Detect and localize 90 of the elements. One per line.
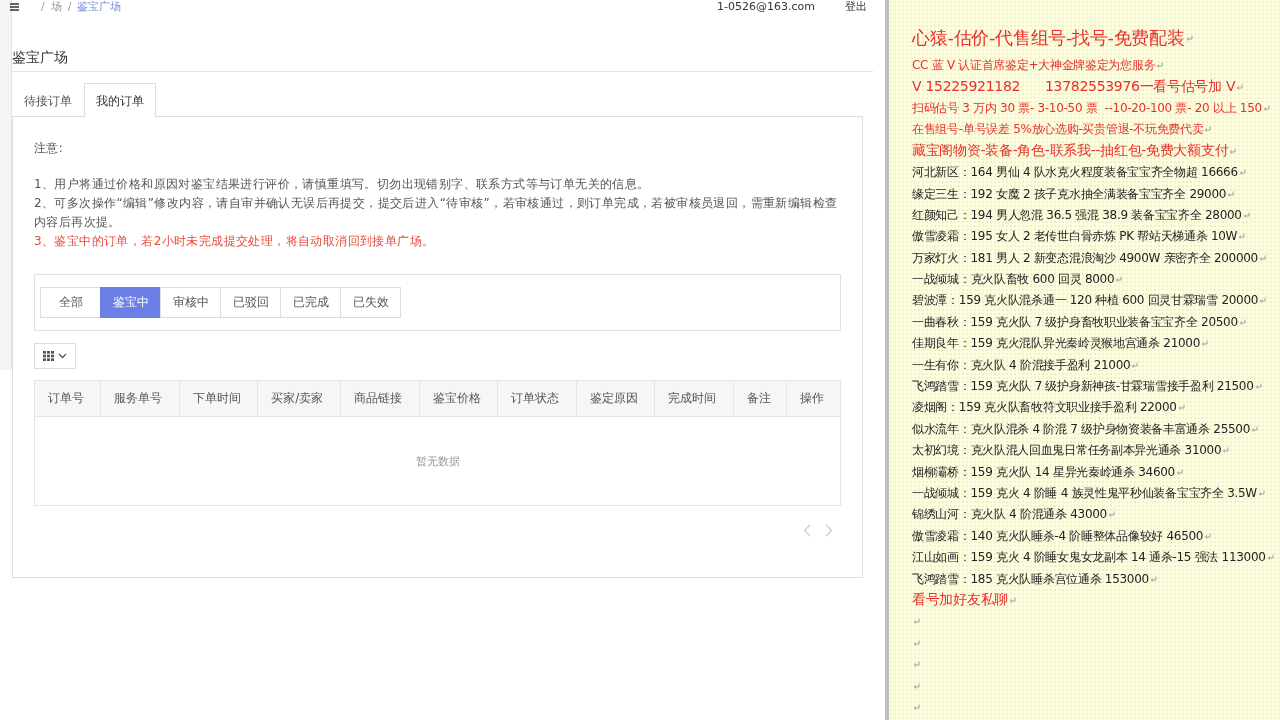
paragraph-mark-icon bbox=[1266, 554, 1274, 562]
column-header: 订单号 bbox=[34, 380, 101, 417]
document-line: 一战倾城：克火队畜牧 600 回灵 8000 bbox=[912, 271, 1115, 289]
filter-button[interactable]: 已完成 bbox=[280, 287, 341, 318]
paragraph-mark-icon bbox=[1238, 233, 1246, 241]
filter-button[interactable]: 审核中 bbox=[160, 287, 221, 318]
document-line: 锦绣山河：克火队 4 阶混通杀 43000 bbox=[912, 506, 1107, 524]
tab[interactable]: 待接订单 bbox=[12, 83, 84, 117]
paragraph-mark-icon bbox=[1107, 511, 1115, 519]
document-line: 缘定三生：192 女魔 2 孩子克水抽全满装备宝宝齐全 29000 bbox=[912, 185, 1227, 203]
column-header: 操作 bbox=[786, 380, 841, 417]
column-header: 订单状态 bbox=[497, 380, 577, 417]
paragraph-mark-icon bbox=[1229, 147, 1237, 155]
grid-icon bbox=[43, 351, 54, 361]
document-line: 傲雪凌霜：140 克火队睡杀-4 阶睡整体品像较好 46500 bbox=[912, 527, 1204, 545]
caret-icon bbox=[58, 353, 67, 359]
document-line: 河北新区：164 男仙 4 队水克火程度装备宝宝齐全物超 16666 bbox=[912, 164, 1238, 182]
document-line: 飞鸿踏雪：185 克火队睡杀宫位通杀 153000 bbox=[912, 570, 1149, 588]
paragraph-mark-icon bbox=[1254, 383, 1262, 391]
document-line: 看号加好友私聊 bbox=[912, 591, 1008, 610]
paragraph-mark-icon bbox=[1257, 490, 1265, 497]
paragraph-mark-icon bbox=[1262, 104, 1270, 112]
paragraph-mark-icon bbox=[1156, 62, 1164, 70]
document-line: 扫码估号 3 万内 30 票- 3-10-50 票 --10-20-100 票- 20 以上 150 bbox=[912, 99, 1262, 117]
column-header: 鉴宝价格 bbox=[419, 380, 498, 417]
filter-button[interactable]: 全部 bbox=[40, 287, 101, 318]
paragraph-mark-icon bbox=[1185, 34, 1193, 42]
paragraph-mark-icon bbox=[1175, 468, 1183, 476]
paragraph-mark-icon bbox=[1204, 126, 1212, 134]
column-header: 商品链接 bbox=[340, 380, 420, 417]
filter-button[interactable]: 鉴宝中 bbox=[100, 287, 161, 318]
document-line: 似水流年：克火队混杀 4 阶混 7 级护身物资装备丰富通杀 25500 bbox=[912, 420, 1251, 438]
column-toggle-button[interactable] bbox=[34, 343, 76, 369]
document-line: 红颜知己：194 男人忽混 36.5 强混 38.9 装备宝宝齐全 28000 bbox=[912, 206, 1242, 224]
document-line: 藏宝阁物资-装备-角色-联系我--抽红包-免费大额支付 bbox=[912, 142, 1229, 161]
paragraph-mark-icon bbox=[913, 703, 920, 711]
notice-text: 2、可多次操作“编辑”修改内容，请自审并确认无误后再提交，提交后进入“待审核”，若审核通过，则订单完成，若被审核员退回，需重新编辑检查内容后再次提。 bbox=[34, 195, 839, 231]
document-line: 傲雪凌霜：195 女人 2 老传世白骨赤炼 PK 帮站天梯通杀 10W bbox=[912, 228, 1238, 246]
paragraph-mark-icon bbox=[1236, 83, 1244, 91]
warning-text: 3、鉴宝中的订单，若2小时未完成提交处理，将自动取消回到接单广场。 bbox=[34, 233, 436, 250]
paragraph-mark-icon bbox=[1227, 190, 1235, 198]
paragraph-mark-icon bbox=[913, 682, 920, 690]
paragraph-mark-icon bbox=[1204, 532, 1212, 540]
column-header: 下单时间 bbox=[179, 380, 258, 417]
paragraph-mark-icon bbox=[1149, 575, 1157, 583]
paragraph-mark-icon bbox=[1251, 425, 1259, 433]
paragraph-mark-icon bbox=[1008, 596, 1016, 604]
document-line: 一战倾城：159 克火 4 阶睡 4 族灵性鬼平秒仙装备宝宝齐全 3.5W bbox=[912, 485, 1257, 502]
notice-title: 注意: bbox=[34, 140, 65, 157]
paragraph-mark-icon bbox=[1242, 211, 1250, 219]
column-header: 备注 bbox=[733, 380, 787, 417]
column-header: 服务单号 bbox=[100, 380, 180, 417]
user-email: 1-0526@163.com bbox=[717, 0, 815, 14]
paragraph-mark-icon bbox=[913, 661, 920, 669]
column-header: 完成时间 bbox=[654, 380, 734, 417]
paragraph-mark-icon bbox=[1131, 361, 1139, 369]
document-line: CC 蓝 V 认证首席鉴定+大神金牌鉴定为您服务 bbox=[912, 57, 1156, 75]
tab[interactable]: 我的订单 bbox=[84, 83, 156, 117]
paragraph-mark-icon bbox=[1201, 340, 1208, 348]
document-line: 佳期良年：159 克火混队异光秦岭灵猴地宫通杀 21000 bbox=[912, 335, 1200, 353]
document-line: 烟柳灞桥：159 克火队 14 星异光秦岭通杀 34600 bbox=[912, 463, 1175, 481]
page-title: 鉴宝广场 bbox=[12, 48, 69, 67]
menu-icon[interactable] bbox=[10, 3, 19, 11]
logout-link[interactable]: 登出 bbox=[845, 0, 867, 14]
paragraph-mark-icon bbox=[1259, 297, 1267, 305]
document-line: 一曲春秋：159 克火队 7 级护身畜牧职业装备宝宝齐全 20500 bbox=[912, 313, 1238, 331]
paragraph-mark-icon bbox=[1115, 276, 1123, 284]
paragraph-mark-icon bbox=[913, 618, 920, 626]
document-line: V 15225921182 13782553976一看号估号加 V bbox=[912, 78, 1236, 97]
filter-button[interactable]: 已失效 bbox=[340, 287, 401, 318]
paragraph-mark-icon bbox=[1177, 404, 1185, 412]
paragraph-mark-icon bbox=[1222, 447, 1230, 455]
column-header: 鉴定原因 bbox=[576, 380, 655, 417]
filter-button[interactable]: 已驳回 bbox=[220, 287, 281, 318]
document-line: 飞鸿踏雪：159 克火队 7 级护身新神孩-甘霖瑞雪接手盈利 21500 bbox=[912, 378, 1254, 396]
notice-text: 1、用户将通过价格和原因对鉴宝结果进行评价，请慎重填写。切勿出现错别字、联系方式等与订单无关的信息。 bbox=[34, 176, 651, 193]
document-heading: 心猿-估价-代售组号-找号-免费配装 bbox=[912, 26, 1185, 50]
paragraph-mark-icon bbox=[913, 639, 920, 647]
document-line: 凌烟阁：159 克火队畜牧符文职业接手盈利 22000 bbox=[912, 399, 1177, 417]
document-line: 江山如画：159 克火 4 阶睡女鬼女龙副本 14 通杀-15 强法 113000 bbox=[912, 549, 1266, 567]
document-line: 一生有你：克火队 4 阶混接手盈利 21000 bbox=[912, 356, 1131, 374]
document-line: 太初幻境：克火队混人回血鬼日常任务副本异光通杀 31000 bbox=[912, 442, 1222, 460]
document-line: 碧波潭：159 克火队混杀通一 120 种植 600 回灵甘霖瑞雪 20000 bbox=[912, 292, 1259, 310]
paragraph-mark-icon bbox=[1258, 254, 1266, 262]
paragraph-mark-icon bbox=[1238, 169, 1246, 177]
paragraph-mark-icon bbox=[1238, 318, 1246, 326]
document-line: 在售组号-单号误差 5%放心选购-买贵管退-不玩免费代卖 bbox=[912, 121, 1204, 139]
empty-message: 暂无数据 bbox=[34, 416, 841, 506]
document-line: 万家灯火：181 男人 2 新变态混浪淘沙 4900W 亲密齐全 200000 bbox=[912, 249, 1258, 267]
column-header: 买家/卖家 bbox=[257, 380, 341, 417]
